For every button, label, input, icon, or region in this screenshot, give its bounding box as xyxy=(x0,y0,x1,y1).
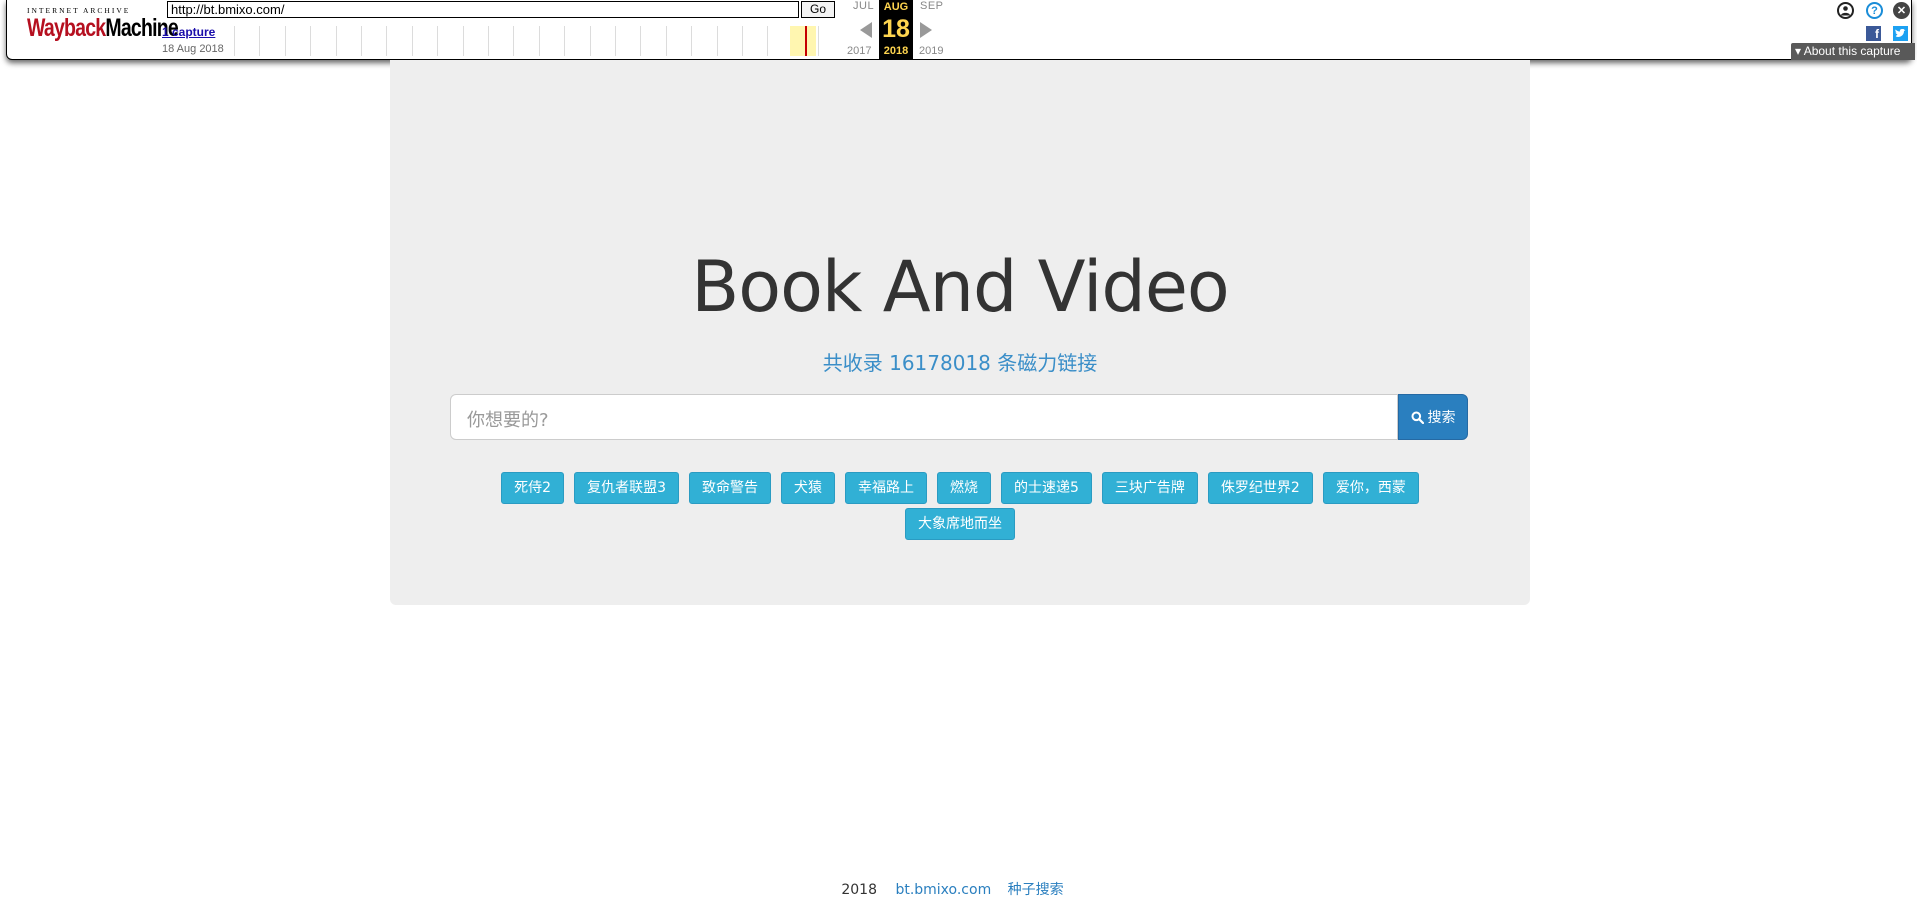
user-icon[interactable] xyxy=(1837,2,1854,19)
footer-seed-search-link[interactable]: 种子搜索 xyxy=(1008,882,1064,898)
sparkline-current-highlight xyxy=(790,26,816,56)
current-day: 18 xyxy=(882,15,910,43)
hot-tags-row: 死侍2 复仇者联盟3 致命警告 犬猿 幸福路上 燃烧 的士速递5 三块广告牌 侏罗纪世界2 爱你，… xyxy=(390,472,1530,504)
footer-domain-link[interactable]: bt.bmixo.com xyxy=(895,882,991,898)
prev-month-label[interactable]: JUL xyxy=(853,0,874,12)
sparkline-month-tick xyxy=(284,26,286,56)
hot-tag-button[interactable]: 致命警告 xyxy=(689,472,771,504)
hot-tag-button[interactable]: 爱你，西蒙 xyxy=(1322,472,1419,504)
about-capture-button[interactable]: ▾ About this capture xyxy=(1791,43,1915,60)
facebook-icon[interactable]: f xyxy=(1866,26,1881,41)
sparkline-month-tick xyxy=(462,26,464,56)
caret-down-icon: ▾ xyxy=(1795,44,1802,58)
search-input[interactable]: 你想要的? xyxy=(450,394,1398,440)
hot-tag-button[interactable]: 幸福路上 xyxy=(845,472,927,504)
footer-year: 2018 xyxy=(841,882,877,898)
hot-tag-button[interactable]: 侏罗纪世界2 xyxy=(1207,472,1313,504)
about-capture-label: About this capture xyxy=(1803,44,1901,58)
sparkline-month-tick xyxy=(361,26,362,56)
wayback-logo[interactable]: INTERNET ARCHIVE WaybackMachine xyxy=(27,6,179,46)
sparkline-month-tick xyxy=(310,26,312,56)
current-year: 2018 xyxy=(883,45,909,57)
hot-tag-button[interactable]: 大象席地而坐 xyxy=(905,508,1015,540)
twitter-icon[interactable] xyxy=(1893,26,1908,41)
help-icon[interactable]: ? xyxy=(1866,2,1883,19)
wayback-toolbar: INTERNET ARCHIVE WaybackMachine http://b… xyxy=(6,0,1915,60)
hot-tag-button[interactable]: 三块广告牌 xyxy=(1101,472,1198,504)
wayback-go-button[interactable]: Go xyxy=(801,1,835,18)
sparkline-month-tick xyxy=(742,26,743,56)
hot-tags: 死侍2 复仇者联盟3 致命警告 犬猿 幸福路上 燃烧 的士速递5 三块广告牌 侏罗纪世界2 爱你，… xyxy=(390,472,1530,544)
hot-tag-button[interactable]: 犬猿 xyxy=(781,472,835,504)
sparkline-month-tick xyxy=(234,26,235,56)
next-capture-arrow-icon[interactable] xyxy=(920,22,932,38)
wayback-url-input[interactable]: http://bt.bmixo.com/ xyxy=(167,1,799,18)
sparkline-month-tick xyxy=(665,26,667,56)
next-month-label[interactable]: SEP xyxy=(920,0,944,12)
sparkline-month-tick xyxy=(691,26,693,56)
sparkline-month-tick xyxy=(589,26,591,56)
hero-panel: Book And Video 共收录 16178018 条磁力链接 你想要的? … xyxy=(390,60,1530,605)
sparkline-month-tick xyxy=(818,26,820,56)
search-icon xyxy=(1411,411,1424,424)
sparkline-month-tick xyxy=(716,26,718,56)
search-button[interactable]: 搜索 xyxy=(1398,394,1468,440)
close-icon[interactable]: ✕ xyxy=(1893,2,1910,19)
sparkline-month-tick xyxy=(386,26,388,56)
wayback-logo-word-a: Wayback xyxy=(27,14,106,42)
hot-tag-button[interactable]: 的士速递5 xyxy=(1001,472,1092,504)
hot-tags-row: 大象席地而坐 xyxy=(390,508,1530,540)
footer: 2018 bt.bmixo.com 种子搜索 xyxy=(0,879,1917,899)
sparkline-month-tick xyxy=(564,26,566,56)
sparkline-month-tick xyxy=(640,26,642,56)
sparkline-capture-mark[interactable] xyxy=(805,26,807,56)
sparkline-month-tick xyxy=(513,26,515,56)
sparkline-month-tick xyxy=(411,26,413,56)
capture-sparkline[interactable] xyxy=(234,26,844,56)
captures-link[interactable]: 1 capture xyxy=(162,25,215,39)
search-button-label: 搜索 xyxy=(1427,410,1456,426)
capture-date-range: 18 Aug 2018 xyxy=(162,43,224,55)
next-year-label[interactable]: 2019 xyxy=(919,45,943,57)
sparkline-month-tick xyxy=(335,26,337,56)
hot-tag-button[interactable]: 燃烧 xyxy=(937,472,991,504)
hot-tag-button[interactable]: 死侍2 xyxy=(501,472,565,504)
sparkline-month-tick xyxy=(259,26,261,56)
sparkline-month-tick xyxy=(488,26,489,56)
current-month: AUG xyxy=(883,1,909,13)
sparkline-month-tick xyxy=(437,26,439,56)
hot-tag-button[interactable]: 复仇者联盟3 xyxy=(574,472,679,504)
sparkline-month-tick xyxy=(538,26,540,56)
page-title: Book And Video xyxy=(691,246,1230,328)
link-count-subtitle: 共收录 16178018 条磁力链接 xyxy=(822,351,1098,375)
prev-year-label[interactable]: 2017 xyxy=(847,45,871,57)
current-capture-date: AUG 18 2018 xyxy=(879,0,913,60)
prev-capture-arrow-icon[interactable] xyxy=(860,22,872,38)
sparkline-month-tick xyxy=(767,26,769,56)
sparkline-month-tick xyxy=(615,26,616,56)
